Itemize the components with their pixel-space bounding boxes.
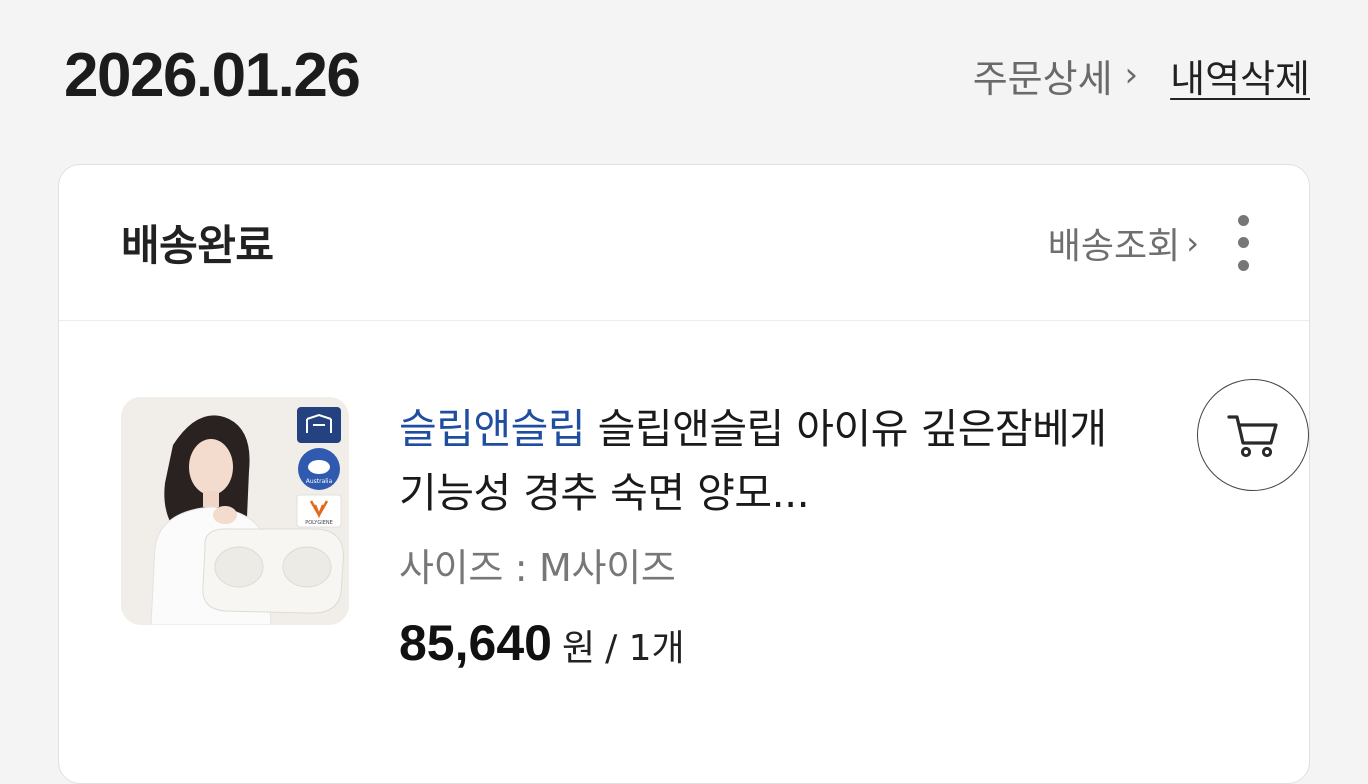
add-to-cart-button[interactable]: [1197, 379, 1309, 491]
product-brand[interactable]: 슬립앤슬립: [399, 405, 586, 453]
price-line: 85,640 원 / 1개: [399, 614, 1119, 672]
product-item: Australia POLYGIENE 슬립앤슬립 슬립앤슬립 아이유 깊은잠베…: [121, 379, 1309, 717]
product-info: 슬립앤슬립 슬립앤슬립 아이유 깊은잠베개 기능성 경추 숙면 양모... 사이…: [399, 397, 1119, 672]
product-option: 사이즈 : M사이즈: [399, 546, 676, 590]
chevron-right-icon: ›: [1124, 55, 1139, 95]
product-price: 85,640: [399, 615, 552, 671]
product-thumbnail[interactable]: Australia POLYGIENE: [121, 397, 349, 625]
chevron-right-icon: ›: [1186, 223, 1199, 262]
badge-polygiene-text: POLYGIENE: [305, 520, 333, 526]
order-detail-link[interactable]: 주문상세 ›: [973, 48, 1138, 103]
delivery-status: 배송완료: [121, 221, 274, 270]
order-detail-label: 주문상세: [972, 56, 1113, 101]
product-quantity: / 1개: [605, 628, 685, 669]
delete-history-link[interactable]: 내역삭제: [1170, 48, 1310, 103]
shipment-header: 배송완료 배송조회 ›: [59, 165, 1309, 321]
badge-australia-text: Australia: [306, 478, 333, 485]
shipment-actions: 배송조회 ›: [1048, 214, 1253, 271]
more-options-button[interactable]: [1233, 214, 1253, 271]
header-actions: 주문상세 › 내역삭제: [973, 48, 1310, 103]
order-card: 배송완료 배송조회 › Australia POLYGIENE 슬립앤슬립 슬립…: [58, 164, 1310, 784]
price-unit: 원: [561, 628, 596, 669]
more-vertical-icon: [1237, 214, 1249, 226]
order-date: 2026.01.26: [64, 40, 361, 110]
product-title[interactable]: 슬립앤슬립 슬립앤슬립 아이유 깊은잠베개 기능성 경추 숙면 양모...: [399, 397, 1119, 525]
order-header: 2026.01.26 주문상세 › 내역삭제: [64, 40, 1310, 110]
tracking-label: 배송조회: [1047, 225, 1181, 267]
tracking-link[interactable]: 배송조회 ›: [1048, 217, 1199, 269]
cart-icon: [1227, 415, 1278, 458]
